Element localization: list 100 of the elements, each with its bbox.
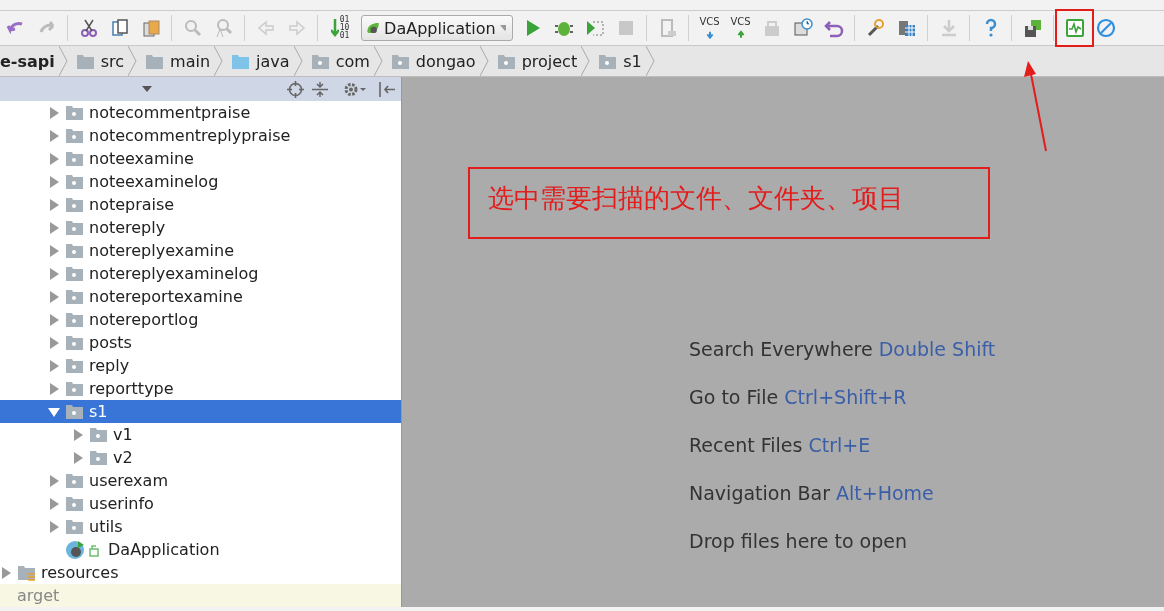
tree-item[interactable]: notereplyexaminelog [0, 262, 401, 285]
package-folder-icon [65, 219, 84, 236]
dropdown-caret-icon[interactable] [142, 86, 152, 92]
breadcrumb[interactable]: e-sapi [0, 46, 59, 76]
collapsed-arrow-icon[interactable] [48, 106, 60, 119]
tree-item[interactable]: v2 [0, 446, 401, 469]
editor-hint: Go to File Ctrl+Shift+R [689, 385, 908, 409]
block-icon [1095, 18, 1116, 38]
package-folder-icon [65, 334, 84, 351]
hide-panel-icon[interactable] [378, 80, 396, 98]
collapsed-arrow-icon[interactable] [48, 382, 60, 395]
collapsed-arrow-icon[interactable] [48, 359, 60, 372]
tree-item[interactable]: noteexaminelog [0, 170, 401, 193]
collapsed-arrow-icon[interactable] [72, 428, 84, 441]
breadcrumb[interactable]: project [488, 46, 582, 76]
binary-digits: 01 [339, 16, 350, 24]
down-arrow-icon [330, 19, 339, 37]
tree-item[interactable]: notecommentpraise [0, 101, 401, 124]
collapsed-arrow-icon[interactable] [72, 451, 84, 464]
breadcrumb[interactable]: com [302, 46, 374, 76]
package-folder-icon [65, 288, 84, 305]
breadcrumb[interactable]: src [67, 46, 129, 76]
tree-item[interactable]: notereportexamine [0, 285, 401, 308]
package-folder-icon [65, 311, 84, 328]
scissors-icon [78, 18, 99, 38]
collapsed-arrow-icon[interactable] [48, 244, 60, 257]
search-icon [182, 18, 203, 38]
package-folder-icon [65, 242, 84, 259]
chevron-icon [373, 46, 383, 76]
package-folder-icon [65, 380, 84, 397]
collapsed-arrow-icon[interactable] [48, 221, 60, 234]
tree-item[interactable]: notereplyexamine [0, 239, 401, 262]
tree-item[interactable]: resources [0, 561, 401, 584]
collapsed-arrow-icon[interactable] [48, 129, 60, 142]
collapsed-arrow-icon[interactable] [48, 267, 60, 280]
breadcrumb[interactable]: java [223, 46, 294, 76]
tree-item[interactable]: notereply [0, 216, 401, 239]
collapsed-arrow-icon[interactable] [48, 290, 60, 303]
gear-icon[interactable] [343, 80, 367, 98]
collapsed-arrow-icon[interactable] [48, 313, 60, 326]
editor-hint: Drop files here to open [689, 529, 908, 553]
tree-item[interactable]: DaApplication [0, 538, 401, 561]
package-folder-icon [65, 127, 84, 144]
package-folder-icon [89, 426, 108, 443]
tree-item[interactable]: notecommentreplypraise [0, 124, 401, 147]
breadcrumb[interactable]: s1 [590, 46, 646, 76]
collapsed-arrow-icon[interactable] [0, 566, 12, 579]
package-folder-icon [65, 403, 84, 420]
wrench-icon [865, 18, 886, 38]
package-folder-icon [598, 52, 618, 70]
tree-item[interactable]: utils [0, 515, 401, 538]
locate-icon[interactable] [287, 80, 304, 98]
collapsed-arrow-icon[interactable] [48, 198, 60, 211]
tree-item[interactable]: noteexamine [0, 147, 401, 170]
run-configuration-dropdown[interactable]: DaApplication [361, 15, 513, 41]
tree-item[interactable]: userexam [0, 469, 401, 492]
vcs-update-button[interactable]: VCS [694, 13, 725, 43]
vcs-label: VCS [730, 17, 751, 26]
vcs-label: VCS [699, 17, 720, 26]
package-folder-icon [65, 150, 84, 167]
package-folder-icon [65, 196, 84, 213]
binary-digits: 01 [339, 32, 350, 40]
binary-digits: 10 [339, 24, 350, 32]
collapsed-arrow-icon[interactable] [48, 520, 60, 533]
chevron-icon [128, 46, 138, 76]
editor-hint: Navigation Bar Alt+Home [689, 481, 935, 505]
package-folder-icon [65, 265, 84, 282]
chevron-icon [293, 46, 303, 76]
tree-item[interactable]: userinfo [0, 492, 401, 515]
folder-icon [17, 564, 36, 581]
collapsed-arrow-icon[interactable] [48, 152, 60, 165]
vcs-commit-button[interactable]: VCS [725, 13, 756, 43]
binary-sort-button[interactable]: 01 10 01 [323, 13, 357, 43]
dropdown-caret-icon [499, 25, 506, 31]
tree-item[interactable]: reply [0, 354, 401, 377]
tree-item[interactable]: s1 [0, 400, 401, 423]
editor-hint: Search Everywhere Double Shift [689, 337, 996, 361]
folder-icon [145, 52, 165, 70]
collapsed-arrow-icon[interactable] [48, 474, 60, 487]
breadcrumb[interactable]: main [137, 46, 215, 76]
package-folder-icon [89, 449, 108, 466]
collapsed-arrow-icon[interactable] [48, 175, 60, 188]
replace-icon [213, 18, 234, 38]
statistic-icon [1064, 18, 1085, 38]
collapsed-arrow-icon[interactable] [48, 336, 60, 349]
tree-item[interactable]: notepraise [0, 193, 401, 216]
collapsed-arrow-icon[interactable] [48, 497, 60, 510]
collapse-all-icon[interactable] [312, 80, 328, 98]
package-folder-icon [496, 52, 516, 70]
breadcrumb[interactable]: dongao [382, 46, 480, 76]
package-folder-icon [65, 357, 84, 374]
paste-icon [140, 18, 161, 38]
package-folder-icon [390, 52, 410, 70]
history-icon [792, 18, 813, 38]
copy-icon [109, 18, 130, 38]
tree-item[interactable]: notereportlog [0, 308, 401, 331]
tree-item[interactable]: posts [0, 331, 401, 354]
tree-item[interactable]: reporttype [0, 377, 401, 400]
expand-arrow-icon[interactable] [48, 405, 60, 418]
tree-item[interactable]: v1 [0, 423, 401, 446]
